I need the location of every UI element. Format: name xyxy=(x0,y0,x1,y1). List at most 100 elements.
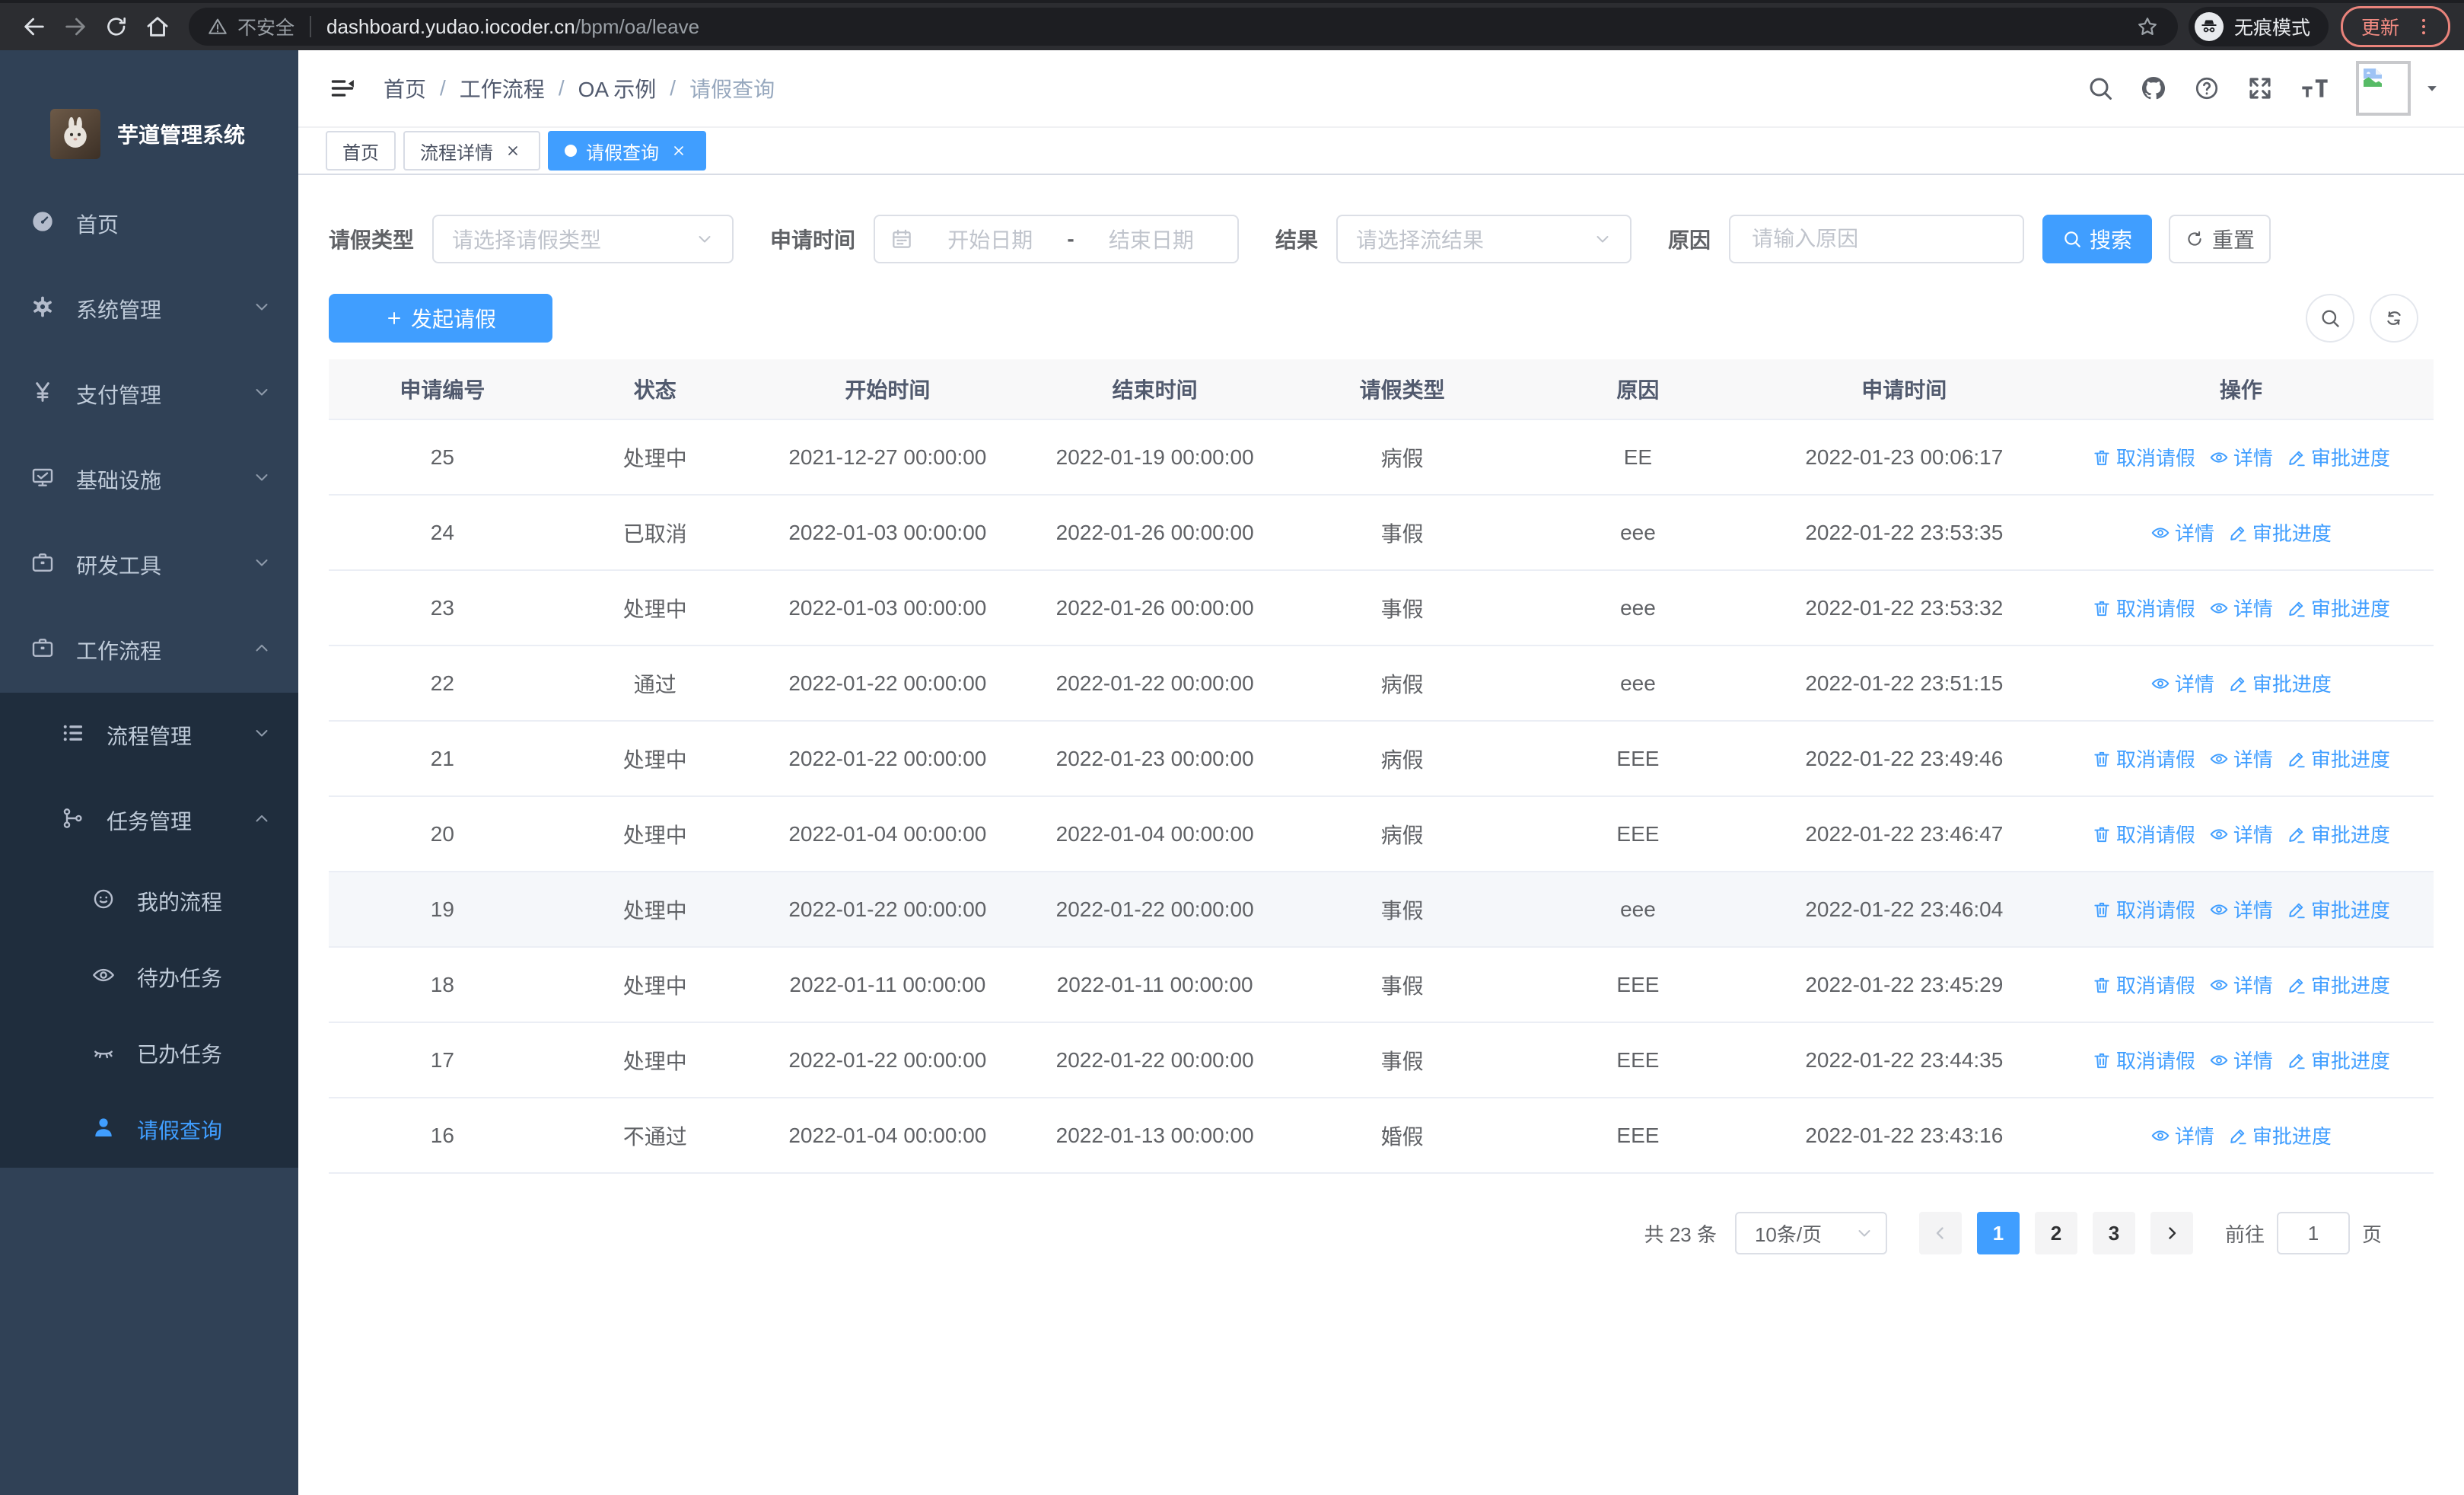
tab-首页[interactable]: 首页 xyxy=(326,131,396,171)
table-row[interactable]: 17 处理中 2022-01-22 00:00:00 2022-01-22 00:00… xyxy=(329,1023,2434,1098)
github-button[interactable] xyxy=(2140,75,2167,102)
action-detail[interactable]: 详情 xyxy=(2209,744,2273,773)
search-button[interactable] xyxy=(2087,75,2114,102)
address-bar[interactable]: 不安全 dashboard.yudao.iocoder.cn /bpm/oa/l… xyxy=(189,8,2178,46)
tab-流程详情[interactable]: 流程详情 xyxy=(403,131,540,171)
toggle-search-button[interactable] xyxy=(2306,294,2354,343)
next-page-button[interactable] xyxy=(2150,1212,2193,1254)
reason-input[interactable] xyxy=(1749,225,2005,253)
action-detail[interactable]: 详情 xyxy=(2150,1121,2214,1149)
action-progress[interactable]: 审批进度 xyxy=(2287,1046,2390,1074)
sidebar-item-system-management[interactable]: 系统管理 xyxy=(0,266,298,352)
sidebar-item-task-management[interactable]: 任务管理 xyxy=(0,778,298,863)
sidebar-toggle-button[interactable] xyxy=(320,65,365,111)
table-row[interactable]: 21 处理中 2022-01-22 00:00:00 2022-01-23 00:00… xyxy=(329,722,2434,797)
sidebar-item-label: 研发工具 xyxy=(76,554,162,578)
tab-close-icon[interactable] xyxy=(502,140,524,161)
prev-page-button[interactable] xyxy=(1918,1212,1962,1254)
action-progress[interactable]: 审批进度 xyxy=(2287,971,2390,999)
action-label: 详情 xyxy=(2233,899,2273,922)
action-progress[interactable]: 审批进度 xyxy=(2287,443,2390,471)
reset-button[interactable]: 重置 xyxy=(2169,215,2271,263)
table-row[interactable]: 22 通过 2022-01-22 00:00:00 2022-01-22 00:00:… xyxy=(329,646,2434,722)
refresh-table-button[interactable] xyxy=(2370,294,2418,343)
action-progress[interactable]: 审批进度 xyxy=(2287,744,2390,773)
avatar[interactable] xyxy=(2356,61,2411,116)
page-button-3[interactable]: 3 xyxy=(2092,1212,2135,1254)
bookmark-star-icon[interactable] xyxy=(2135,14,2160,39)
action-cancel[interactable]: 取消请假 xyxy=(2092,820,2195,848)
action-detail[interactable]: 详情 xyxy=(2150,669,2214,697)
sidebar-item-dev-tools[interactable]: 研发工具 xyxy=(0,522,298,607)
sidebar-item-payment-management[interactable]: 支付管理 xyxy=(0,352,298,437)
breadcrumb-item[interactable]: 工作流程 xyxy=(460,73,545,104)
browser-back-button[interactable] xyxy=(14,6,55,47)
breadcrumb-item[interactable]: OA 示例 xyxy=(578,73,657,104)
page-size-select[interactable]: 10条/页 xyxy=(1734,1212,1887,1254)
result-select[interactable]: 请选择流结果 xyxy=(1336,215,1632,263)
table-row[interactable]: 18 处理中 2022-01-11 00:00:00 2022-01-11 00:00… xyxy=(329,948,2434,1023)
action-detail[interactable]: 详情 xyxy=(2209,820,2273,848)
browser-reload-button[interactable] xyxy=(96,6,137,47)
apply-time-range-picker[interactable]: 开始日期 - 结束日期 xyxy=(874,215,1240,263)
table-row[interactable]: 16 不通过 2022-01-04 00:00:00 2022-01-13 00:00… xyxy=(329,1098,2434,1174)
sidebar-item-process-management[interactable]: 流程管理 xyxy=(0,693,298,778)
action-cancel[interactable]: 取消请假 xyxy=(2092,1046,2195,1074)
eye-icon xyxy=(91,963,116,987)
action-cancel[interactable]: 取消请假 xyxy=(2092,971,2195,999)
browser-home-button[interactable] xyxy=(137,6,178,47)
tab-close-icon[interactable] xyxy=(668,140,689,161)
table-row[interactable]: 24 已取消 2022-01-03 00:00:00 2022-01-26 00:00… xyxy=(329,496,2434,571)
action-detail[interactable]: 详情 xyxy=(2209,594,2273,622)
table-row[interactable]: 23 处理中 2022-01-03 00:00:00 2022-01-26 00:00… xyxy=(329,571,2434,646)
action-progress[interactable]: 审批进度 xyxy=(2228,669,2332,697)
action-cancel[interactable]: 取消请假 xyxy=(2092,594,2195,622)
action-progress[interactable]: 审批进度 xyxy=(2287,594,2390,622)
page-button-1[interactable]: 1 xyxy=(1976,1212,2020,1254)
page-button-2[interactable]: 2 xyxy=(2034,1212,2077,1254)
action-cancel[interactable]: 取消请假 xyxy=(2092,443,2195,471)
chevron-down-icon xyxy=(253,468,271,486)
broken-image-icon xyxy=(2361,65,2385,90)
leave-type-select[interactable]: 请选择请假类型 xyxy=(432,215,734,263)
table-row[interactable]: 19 处理中 2022-01-22 00:00:00 2022-01-22 00:00… xyxy=(329,872,2434,948)
action-cancel[interactable]: 取消请假 xyxy=(2092,744,2195,773)
avatar-caret-down-icon[interactable] xyxy=(2424,81,2440,96)
sidebar-item-home[interactable]: 首页 xyxy=(0,181,298,266)
tab-请假查询[interactable]: 请假查询 xyxy=(548,131,706,171)
action-label: 审批进度 xyxy=(2310,598,2390,620)
action-detail[interactable]: 详情 xyxy=(2150,518,2214,547)
action-progress[interactable]: 审批进度 xyxy=(2228,518,2332,547)
browser-forward-button[interactable] xyxy=(55,6,96,47)
action-cancel[interactable]: 取消请假 xyxy=(2092,895,2195,923)
action-progress[interactable]: 审批进度 xyxy=(2287,820,2390,848)
search-button[interactable]: 搜索 xyxy=(2042,215,2153,263)
action-progress[interactable]: 审批进度 xyxy=(2228,1121,2332,1149)
action-detail[interactable]: 详情 xyxy=(2209,971,2273,999)
menu-dots-icon[interactable] xyxy=(2413,16,2434,37)
browser-update-button[interactable]: 更新 xyxy=(2340,6,2450,47)
action-progress[interactable]: 审批进度 xyxy=(2287,895,2390,923)
sidebar-item-my-process[interactable]: 我的流程 xyxy=(0,863,298,939)
result-label: 结果 xyxy=(1275,228,1319,252)
breadcrumb-item[interactable]: 首页 xyxy=(384,73,426,104)
sidebar-item-workflow[interactable]: 工作流程 xyxy=(0,607,298,693)
cell-leave_type: 病假 xyxy=(1380,672,1424,696)
action-detail[interactable]: 详情 xyxy=(2209,895,2273,923)
goto-page-input[interactable] xyxy=(2276,1212,2350,1254)
action-detail[interactable]: 详情 xyxy=(2209,443,2273,471)
table-row[interactable]: 20 处理中 2022-01-04 00:00:00 2022-01-04 00:00… xyxy=(329,797,2434,872)
font-size-button[interactable] xyxy=(2300,73,2330,104)
fullscreen-button[interactable] xyxy=(2246,75,2274,102)
app-logo[interactable]: 芋道管理系统 xyxy=(0,50,298,181)
sidebar-item-todo-tasks[interactable]: 待办任务 xyxy=(0,939,298,1015)
cell-status: 不通过 xyxy=(622,1124,687,1149)
sidebar-item-infrastructure[interactable]: 基础设施 xyxy=(0,437,298,522)
create-leave-button[interactable]: 发起请假 xyxy=(329,294,552,343)
security-chip[interactable]: 不安全 xyxy=(207,13,294,40)
action-detail[interactable]: 详情 xyxy=(2209,1046,2273,1074)
table-row[interactable]: 25 处理中 2021-12-27 00:00:00 2022-01-19 00:00… xyxy=(329,420,2434,496)
sidebar-item-done-tasks[interactable]: 已办任务 xyxy=(0,1015,298,1092)
sidebar-item-leave-query[interactable]: 请假查询 xyxy=(0,1092,298,1168)
question-button[interactable] xyxy=(2193,75,2220,102)
